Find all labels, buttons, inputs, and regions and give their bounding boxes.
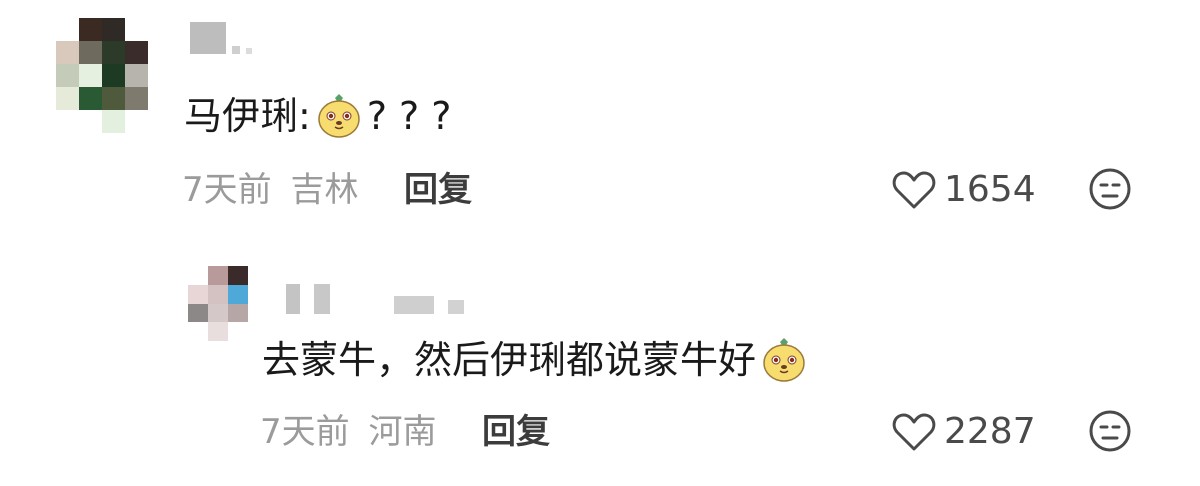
comment-meta: 7天前 河南 [260,412,436,452]
avatar[interactable] [188,266,248,341]
username-blurred[interactable] [286,284,464,314]
comment-text: 去蒙牛，然后伊琍都说蒙牛好 [262,336,812,384]
comment-text-after: ? ? ? [366,94,452,138]
comment-text: 马伊琍: ? ? ? [184,92,451,140]
like-button[interactable]: 2287 [892,412,1036,452]
username-blurred[interactable] [190,22,252,54]
comment-time: 7天前 [260,412,350,452]
avatar[interactable] [56,18,148,133]
more-button[interactable] [1088,167,1132,215]
like-button[interactable]: 1654 [892,170,1036,210]
heart-outline-icon [892,413,936,451]
reply-button[interactable]: 回复 [404,170,472,210]
comment-meta: 7天前 吉林 [182,170,358,210]
comment-time: 7天前 [182,170,272,210]
comment-location: 吉林 [290,170,359,210]
heart-outline-icon [892,171,936,209]
meh-face-icon [1089,168,1131,210]
yellow-dog-emoji [763,338,805,382]
reply-button[interactable]: 回复 [482,412,550,452]
comment-text-main: 去蒙牛，然后伊琍都说蒙牛好 [262,338,757,382]
like-count: 1654 [944,169,1036,210]
comment-location: 河南 [368,412,437,452]
yellow-dog-emoji [318,94,360,138]
comment-text-main: 马伊琍: [184,94,311,138]
like-count: 2287 [944,411,1036,452]
meh-face-icon [1089,410,1131,452]
more-button[interactable] [1088,409,1132,457]
